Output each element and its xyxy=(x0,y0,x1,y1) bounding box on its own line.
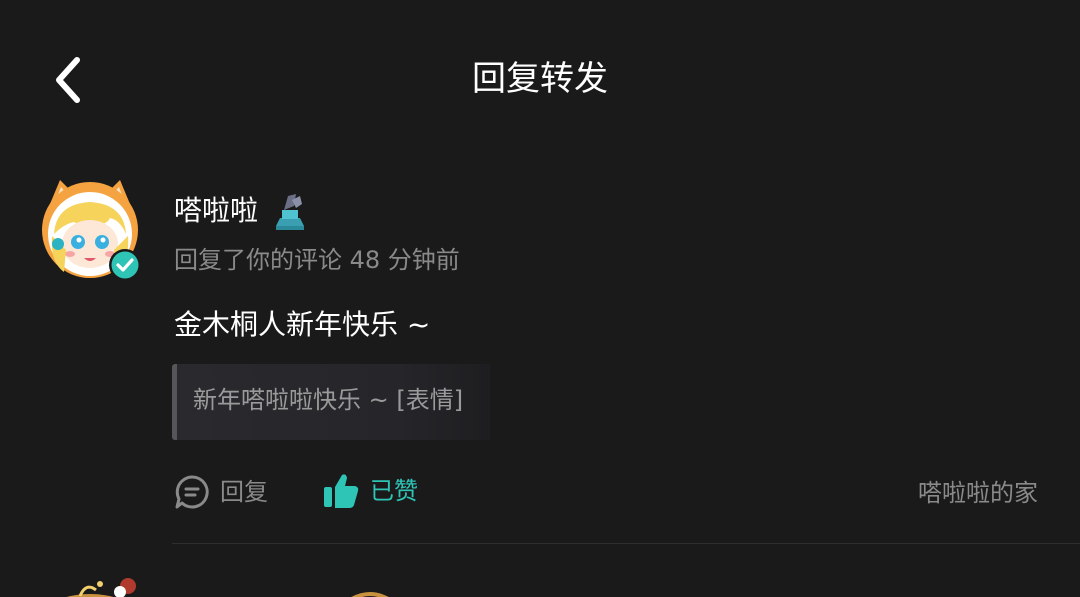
fan-badge-icon xyxy=(270,190,310,232)
badge-next-icon xyxy=(351,592,389,597)
page-title: 回复转发 xyxy=(472,59,608,99)
username-row[interactable]: 嗒啦啦 xyxy=(174,190,310,232)
quoted-comment[interactable]: 新年嗒啦啦快乐 ~ [表情] xyxy=(172,364,490,440)
reply-button[interactable]: 回复 xyxy=(174,474,268,510)
user-home-link[interactable]: 嗒啦啦的家 xyxy=(918,475,1038,511)
next-comment-item xyxy=(0,560,1080,597)
top-bar: 回复转发 xyxy=(0,0,1080,160)
comment-meta: 回复了你的评论 48 分钟前 xyxy=(174,246,460,274)
comment-item: 嗒啦啦 回复了你的评论 48 分钟前 金木桐人新年快乐 ~ 新年嗒啦啦快乐 ~ … xyxy=(0,160,1080,545)
comment-content: 金木桐人新年快乐 ~ xyxy=(174,308,431,341)
like-label: 已赞 xyxy=(370,477,418,505)
verified-check-icon xyxy=(109,249,141,281)
thumbs-up-icon xyxy=(324,474,359,508)
username[interactable]: 嗒啦啦 xyxy=(174,191,258,231)
avatar-next[interactable] xyxy=(40,570,160,597)
comment-actions: 回复 已赞 嗒啦啦的家 xyxy=(0,470,1080,516)
avatar[interactable] xyxy=(36,174,144,282)
comment-bubble-icon xyxy=(175,475,209,509)
reply-label: 回复 xyxy=(220,478,268,506)
divider xyxy=(172,543,1080,544)
quoted-comment-text: 新年嗒啦啦快乐 ~ [表情] xyxy=(193,386,464,414)
like-button[interactable]: 已赞 xyxy=(322,472,418,510)
